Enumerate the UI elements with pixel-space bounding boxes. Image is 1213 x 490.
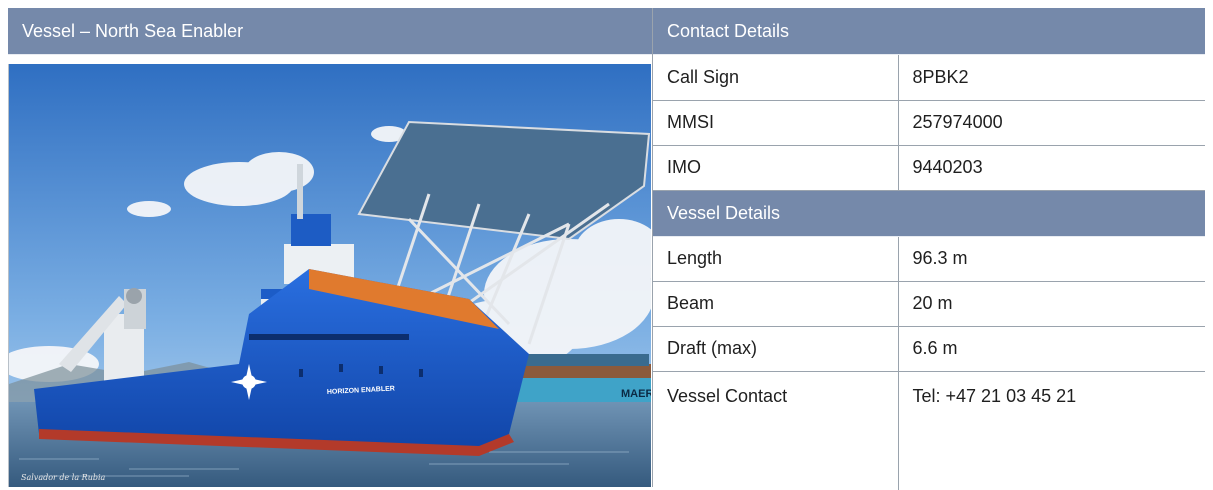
vessel-details-header: Vessel Details [653,190,1205,237]
table-row: Vessel Contact Tel: +47 21 03 45 21 [653,371,1205,490]
call-sign-value: 8PBK2 [898,55,1205,101]
call-sign-label: Call Sign [653,55,899,101]
details-table: Call Sign 8PBK2 MMSI 257974000 IMO 94402… [653,55,1205,490]
mmsi-value: 257974000 [898,100,1205,146]
vessel-contact-value: Tel: +47 21 03 45 21 [912,385,1077,406]
table-row: Beam 20 m [653,281,1205,327]
imo-label: IMO [653,145,899,191]
vessel-panel: Vessel – North Sea Enabler MAER HORIZON … [8,8,653,487]
draft-value: 6.6 m [898,326,1205,372]
container-ship-text: MAER [621,388,651,400]
imo-value: 9440203 [898,145,1205,191]
vessel-details-header-row: Vessel Details [653,190,1205,237]
details-panel: Contact Details Call Sign 8PBK2 MMSI 257… [653,8,1205,490]
draft-label: Draft (max) [653,326,899,372]
vessel-photo: MAER HORIZON ENABLER Salvador de la Rubi… [8,64,651,487]
vessel-header: Vessel – North Sea Enabler [8,8,652,55]
length-label: Length [653,236,899,282]
table-row: IMO 9440203 [653,145,1205,191]
vessel-contact-label: Vessel Contact [653,371,899,490]
mmsi-label: MMSI [653,100,899,146]
table-row: Length 96.3 m [653,236,1205,282]
photo-credit: Salvador de la Rubia [21,473,106,482]
beam-label: Beam [653,281,899,327]
table-row: Call Sign 8PBK2 [653,55,1205,101]
table-row: Draft (max) 6.6 m [653,326,1205,372]
vessel-card: Vessel – North Sea Enabler MAER HORIZON … [8,8,1205,490]
table-row: MMSI 257974000 [653,100,1205,146]
contact-header: Contact Details [653,8,1205,55]
beam-value: 20 m [898,281,1205,327]
length-value: 96.3 m [898,236,1205,282]
